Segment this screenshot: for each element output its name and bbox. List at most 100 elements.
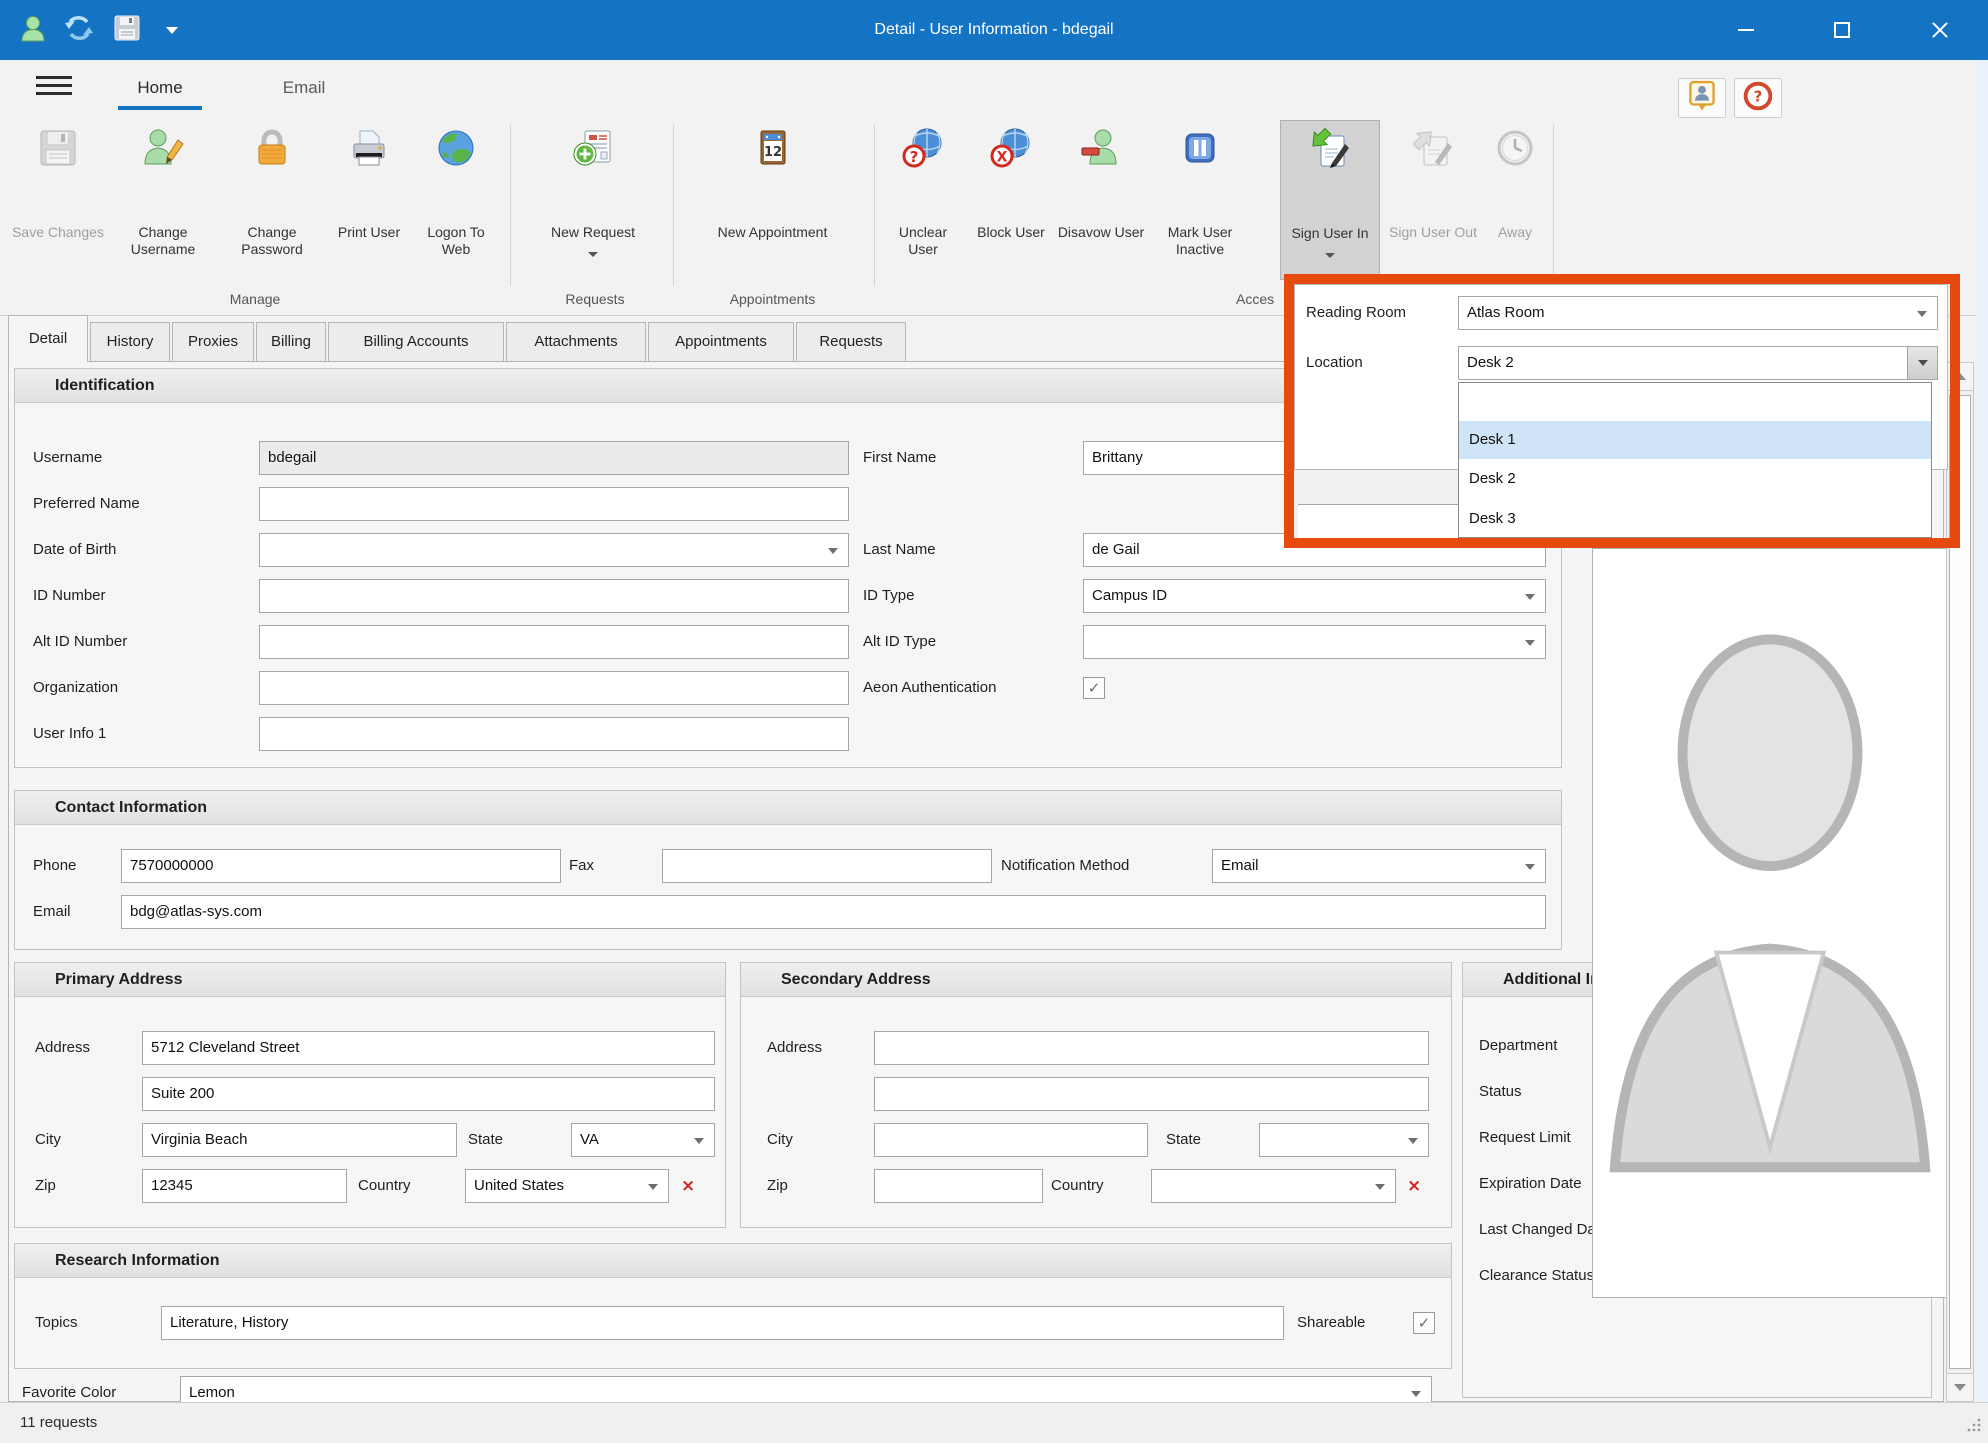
tab-email[interactable]: Email [256,66,352,110]
chevron-down-icon[interactable] [694,1138,704,1144]
tab-proxies[interactable]: Proxies [172,322,254,362]
user-card-button[interactable] [1678,78,1726,118]
aeon-authentication-checkbox[interactable]: ✓ [1083,677,1105,699]
svg-text:?: ? [910,148,919,166]
preferred-name-field[interactable] [259,487,849,521]
unclear-user-button[interactable]: ? Unclear User [886,120,960,292]
chevron-down-icon[interactable] [828,548,838,554]
email-label: Email [33,895,71,929]
username-field[interactable]: bdegail [259,441,849,475]
country-label: Country [1051,1169,1104,1203]
location-select[interactable]: Desk 2 [1458,346,1938,380]
address-line2-field[interactable]: Suite 200 [142,1077,715,1111]
section-title: Secondary Address [741,963,1451,997]
chevron-down-icon[interactable] [1917,311,1927,317]
help-button[interactable]: ? [1734,78,1782,118]
zip-field[interactable] [874,1169,1043,1203]
city-field[interactable] [874,1123,1148,1157]
button-label: Mark User Inactive [1150,224,1250,258]
state-field[interactable] [1259,1123,1429,1157]
id-number-field[interactable] [259,579,849,613]
tab-appointments[interactable]: Appointments [648,322,794,362]
new-appointment-button[interactable]: 12 New Appointment [690,120,855,292]
logon-to-web-button[interactable]: Logon To Web [412,120,500,292]
scrollbar-thumb[interactable] [1949,395,1971,1369]
scroll-down-button[interactable] [1947,1373,1973,1401]
location-dropdown-button[interactable] [1907,347,1937,379]
section-title: Primary Address [15,963,725,997]
maximize-button[interactable] [1812,0,1872,60]
save-changes-button[interactable]: Save Changes [12,120,104,292]
quick-access-dropdown[interactable] [158,12,186,48]
tab-home[interactable]: Home [118,66,202,110]
chevron-down-icon[interactable] [1525,864,1535,870]
phone-field[interactable]: 7570000000 [121,849,561,883]
block-user-button[interactable]: X Block User [975,120,1047,292]
tab-history[interactable]: History [90,322,170,362]
list-item[interactable] [1459,383,1931,421]
chevron-down-icon[interactable] [1408,1138,1418,1144]
tab-billing[interactable]: Billing [256,322,326,362]
sign-user-in-button[interactable]: Sign User In [1280,120,1380,280]
city-label: City [767,1123,793,1157]
zip-field[interactable]: 12345 [142,1169,347,1203]
date-of-birth-field[interactable] [259,533,849,567]
reading-room-select[interactable]: Atlas Room [1458,296,1938,330]
sign-user-out-button[interactable]: Sign User Out [1384,120,1482,292]
chevron-down-icon[interactable] [1375,1184,1385,1190]
notification-method-field[interactable]: Email [1212,849,1546,883]
quick-user-button[interactable] [14,12,52,48]
new-request-button[interactable]: New Request [528,120,658,292]
list-item-selected[interactable]: Desk 1 [1459,421,1931,459]
disavow-user-button[interactable]: Disavow User [1056,120,1146,292]
mark-user-inactive-button[interactable]: Mark User Inactive [1150,120,1250,292]
badge-icon [1685,78,1719,119]
organization-field[interactable] [259,671,849,705]
vertical-scrollbar[interactable] [1946,362,1974,1402]
button-label: Sign User In [1281,225,1379,242]
minimize-button[interactable] [1716,0,1776,60]
list-item[interactable]: Desk 2 [1459,459,1931,499]
new-request-icon [528,126,658,170]
shareable-checkbox[interactable]: ✓ [1413,1312,1435,1334]
address-line1-field[interactable] [874,1031,1429,1065]
country-field[interactable]: United States [465,1169,669,1203]
change-username-button[interactable]: Change Username [110,120,216,292]
alt-id-type-label: Alt ID Type [863,625,936,659]
avatar-silhouette-icon [1601,1184,1939,1201]
country-label: Country [358,1169,411,1203]
quick-save-button[interactable] [108,12,146,48]
alt-id-type-field[interactable] [1083,625,1546,659]
menu-button[interactable] [36,76,72,98]
preferred-name-label: Preferred Name [33,487,140,521]
list-item[interactable]: Desk 3 [1459,499,1931,539]
fax-field[interactable] [662,849,992,883]
tab-detail[interactable]: Detail [8,315,88,362]
alt-id-number-field[interactable] [259,625,849,659]
tab-attachments[interactable]: Attachments [506,322,646,362]
user-info-1-field[interactable] [259,717,849,751]
print-user-button[interactable]: Print User [330,120,408,292]
chevron-down-icon[interactable] [1411,1391,1421,1397]
tab-requests[interactable]: Requests [796,322,906,362]
email-field[interactable]: bdg@atlas-sys.com [121,895,1546,929]
id-type-field[interactable]: Campus ID [1083,579,1546,613]
username-label: Username [33,441,102,475]
address-line1-field[interactable]: 5712 Cleveland Street [142,1031,715,1065]
chevron-down-icon[interactable] [1525,640,1535,646]
status-label: Status [1479,1075,1522,1109]
scroll-up-button[interactable] [1947,363,1973,391]
resize-grip[interactable] [1966,1417,1982,1438]
state-field[interactable]: VA [571,1123,715,1157]
city-field[interactable]: Virginia Beach [142,1123,457,1157]
undo-redo-button[interactable] [60,12,98,48]
topics-field[interactable]: Literature, History [161,1306,1284,1340]
close-button[interactable] [1908,0,1972,60]
chevron-down-icon[interactable] [1525,594,1535,600]
away-button[interactable]: Away [1486,120,1544,292]
change-password-button[interactable]: Change Password [220,120,324,292]
address-line2-field[interactable] [874,1077,1429,1111]
country-field[interactable] [1151,1169,1396,1203]
chevron-down-icon[interactable] [648,1184,658,1190]
tab-billing-accounts[interactable]: Billing Accounts [328,322,504,362]
